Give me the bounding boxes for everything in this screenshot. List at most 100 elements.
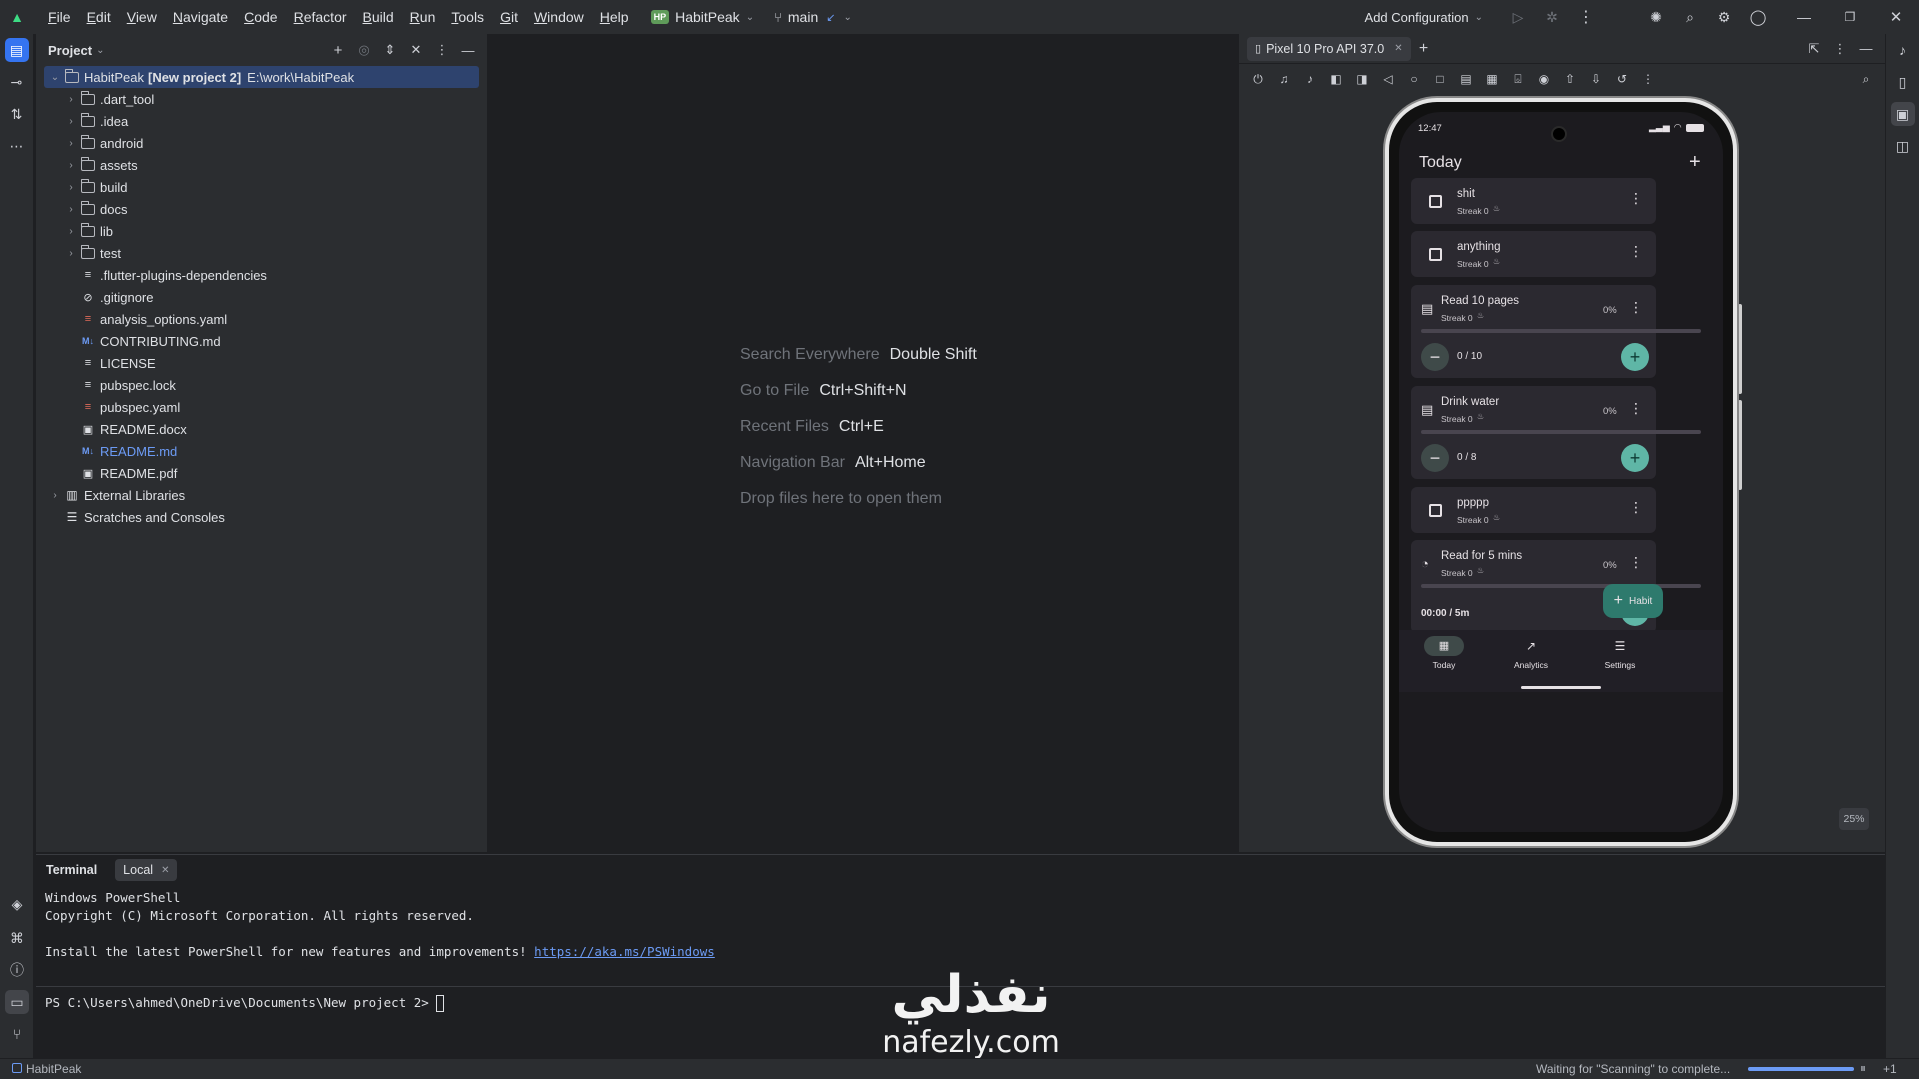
tree-file[interactable]: M↓ README.md <box>44 440 479 462</box>
chevron-right-icon[interactable]: › <box>64 248 78 259</box>
scroll-handle[interactable] <box>1738 400 1742 490</box>
device-manager-icon[interactable]: ◈ <box>5 892 29 916</box>
tree-external-libraries[interactable]: › ▥ External Libraries <box>44 484 479 506</box>
tree-folder[interactable]: › .idea <box>44 110 479 132</box>
debug-icon[interactable]: ✲ <box>1535 9 1569 26</box>
new-file-icon[interactable]: + <box>325 42 351 59</box>
options-icon[interactable]: ⋮ <box>1827 41 1853 57</box>
open-external-icon[interactable]: ⇱ <box>1801 41 1827 57</box>
tree-folder[interactable]: › assets <box>44 154 479 176</box>
project-tool-icon[interactable]: ▤ <box>4 38 29 62</box>
options-icon[interactable]: ⋮ <box>429 42 455 58</box>
habit-menu-icon[interactable]: ⋮ <box>1629 500 1643 514</box>
gesture-handle[interactable] <box>1521 686 1601 689</box>
more-actions-icon[interactable]: ⋮ <box>1569 7 1603 27</box>
terminal-tool-icon[interactable]: ▭ <box>5 990 29 1014</box>
rotate-right-icon[interactable]: ◨ <box>1349 72 1375 86</box>
rotate-left-icon[interactable]: ◧ <box>1323 72 1349 86</box>
habit-menu-icon[interactable]: ⋮ <box>1629 244 1643 258</box>
habit-menu-icon[interactable]: ⋮ <box>1629 300 1643 314</box>
gemini-tool-icon[interactable]: ◫ <box>1891 134 1915 158</box>
status-task[interactable]: Waiting for "Scanning" to complete... <box>1536 1062 1730 1076</box>
chevron-right-icon[interactable]: › <box>64 138 78 149</box>
menu-file[interactable]: File <box>40 0 79 34</box>
decrement-button[interactable]: − <box>1421 343 1449 371</box>
tree-file[interactable]: ≡ pubspec.lock <box>44 374 479 396</box>
menu-refactor[interactable]: Refactor <box>286 0 355 34</box>
tree-folder[interactable]: › android <box>44 132 479 154</box>
habit-menu-icon[interactable]: ⋮ <box>1629 555 1643 569</box>
add-habit-icon[interactable]: + <box>1689 152 1701 172</box>
chevron-right-icon[interactable]: › <box>64 204 78 215</box>
account-icon[interactable]: ◯ <box>1741 8 1775 26</box>
close-tab-icon[interactable]: ✕ <box>161 865 169 876</box>
gemini-icon[interactable]: ✺ <box>1639 9 1673 26</box>
back-icon[interactable]: ◁ <box>1375 72 1401 86</box>
menu-tools[interactable]: Tools <box>443 0 492 34</box>
search-icon[interactable]: ⌕ <box>1673 9 1707 26</box>
menu-run[interactable]: Run <box>402 0 444 34</box>
collapse-all-icon[interactable]: ✕ <box>403 42 429 58</box>
decrement-button[interactable]: − <box>1421 444 1449 472</box>
mirror-icon[interactable]: ▦ <box>1479 72 1505 86</box>
run-icon[interactable]: ▷ <box>1501 9 1535 26</box>
minimize-icon[interactable]: — <box>1781 9 1827 25</box>
chevron-right-icon[interactable]: › <box>64 116 78 127</box>
pause-icon[interactable]: ⏸ <box>1860 1061 1866 1076</box>
tree-file[interactable]: ⊘ .gitignore <box>44 286 479 308</box>
notifications-icon[interactable]: ♪ <box>1891 38 1915 62</box>
branch-widget[interactable]: ⑂ main ↙ ⌄ <box>774 0 852 34</box>
menu-help[interactable]: Help <box>592 0 637 34</box>
more-actions-icon[interactable]: ⋮ <box>1635 72 1661 86</box>
habit-menu-icon[interactable]: ⋮ <box>1629 191 1643 205</box>
tree-folder[interactable]: › lib <box>44 220 479 242</box>
volume-up-icon[interactable]: ♫ <box>1271 72 1297 86</box>
tree-file[interactable]: ≡ .flutter-plugins-dependencies <box>44 264 479 286</box>
project-view-title[interactable]: Project <box>48 43 92 58</box>
menu-git[interactable]: Git <box>492 0 526 34</box>
overview-icon[interactable]: □ <box>1427 72 1453 86</box>
menu-code[interactable]: Code <box>236 0 285 34</box>
git-tool-icon[interactable]: ⑂ <box>5 1022 29 1046</box>
close-tab-icon[interactable]: ✕ <box>1394 43 1402 54</box>
task-progress-bar[interactable] <box>1748 1067 1854 1071</box>
tree-folder[interactable]: › docs <box>44 198 479 220</box>
nav-analytics[interactable]: ↗ Analytics <box>1506 636 1556 670</box>
habit-card[interactable]: ▤ Read 10 pages Streak 0 ♨ 0% ⋮ − 0 / 10… <box>1411 285 1701 378</box>
tree-file[interactable]: ▣ README.pdf <box>44 462 479 484</box>
add-device-icon[interactable]: + <box>1411 40 1437 58</box>
habit-checkbox[interactable] <box>1429 195 1442 208</box>
habit-card[interactable]: anything Streak 0 ♨ ⋮ <box>1411 231 1656 277</box>
status-extra[interactable]: +1 <box>1883 1062 1897 1076</box>
status-project-name[interactable]: HabitPeak <box>26 1062 81 1076</box>
tree-file[interactable]: M↓ CONTRIBUTING.md <box>44 330 479 352</box>
tree-file[interactable]: ≡ pubspec.yaml <box>44 396 479 418</box>
nav-today[interactable]: ▦ Today <box>1419 636 1469 670</box>
settings-icon[interactable]: ⚙ <box>1707 9 1741 26</box>
tree-file[interactable]: ≡ analysis_options.yaml <box>44 308 479 330</box>
tree-root[interactable]: ⌄ HabitPeak [New project 2] E:\work\Habi… <box>44 66 479 88</box>
menu-edit[interactable]: Edit <box>79 0 119 34</box>
commit-tool-icon[interactable]: ⊸ <box>5 70 29 94</box>
editor-area[interactable]: Search Everywhere Double Shift Go to File C… <box>490 34 1237 852</box>
zoom-icon[interactable]: ⌕ <box>1853 72 1879 87</box>
screen-record-icon[interactable]: ◉ <box>1531 72 1557 86</box>
restore-icon[interactable]: ❐ <box>1827 10 1873 24</box>
tree-folder[interactable]: › .dart_tool <box>44 88 479 110</box>
gradle-icon[interactable]: ▯ <box>1891 70 1915 94</box>
habit-card[interactable]: shit Streak 0 ♨ ⋮ <box>1411 178 1656 224</box>
tree-file[interactable]: ▣ README.docx <box>44 418 479 440</box>
chevron-right-icon[interactable]: › <box>48 490 62 501</box>
habit-card[interactable]: ▤ Drink water Streak 0 ♨ 0% ⋮ − 0 / 8 + <box>1411 386 1701 479</box>
zoom-badge[interactable]: 25% <box>1839 808 1869 830</box>
hide-panel-icon[interactable]: — <box>455 43 481 58</box>
home-icon[interactable]: ○ <box>1401 72 1427 86</box>
menu-build[interactable]: Build <box>355 0 402 34</box>
scroll-handle[interactable] <box>1738 304 1742 394</box>
export-icon[interactable]: ⇧ <box>1557 72 1583 86</box>
terminal-session-tab[interactable]: Local ✕ <box>115 859 178 881</box>
terminal-output[interactable]: Windows PowerShell Copyright (C) Microsof… <box>36 885 1885 961</box>
menu-window[interactable]: Window <box>526 0 592 34</box>
pull-requests-icon[interactable]: ⇅ <box>5 102 29 126</box>
habit-card[interactable]: ppppp Streak 0 ♨ ⋮ <box>1411 487 1656 533</box>
